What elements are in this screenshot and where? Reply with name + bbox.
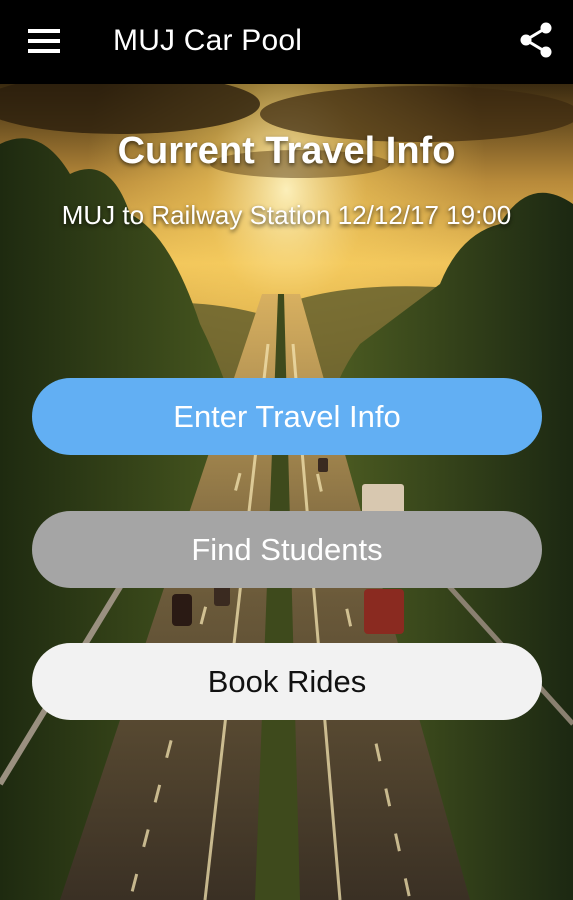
- current-travel-info-heading: Current Travel Info: [117, 130, 456, 172]
- app-title: MUJ Car Pool: [113, 24, 303, 57]
- find-students-button[interactable]: Find Students: [32, 511, 542, 588]
- share-icon[interactable]: [516, 20, 556, 60]
- travel-info-text: MUJ to Railway Station 12/12/17 19:00: [61, 200, 512, 230]
- enter-travel-info-button[interactable]: Enter Travel Info: [32, 378, 542, 455]
- hamburger-menu-icon[interactable]: [28, 29, 60, 53]
- book-rides-button[interactable]: Book Rides: [32, 643, 542, 720]
- app-bar: MUJ Car Pool: [0, 0, 573, 84]
